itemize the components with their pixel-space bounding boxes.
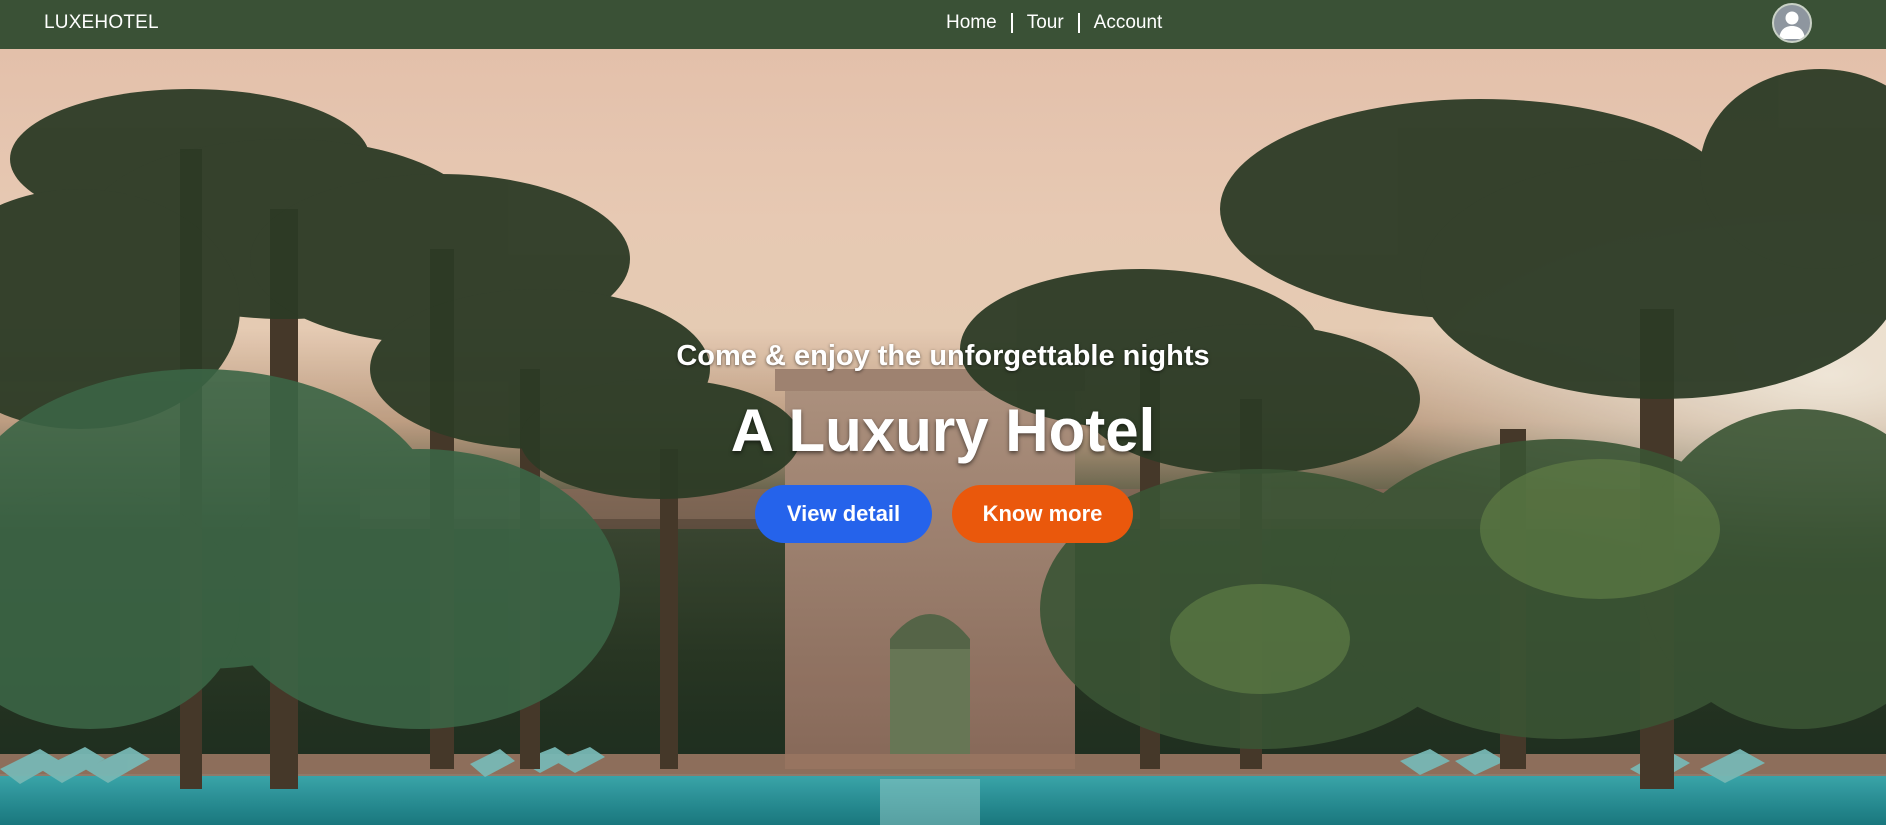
nav-menu: Home Tour Account: [940, 12, 1176, 34]
nav-tour-link[interactable]: Tour: [1013, 12, 1078, 34]
user-silhouette-icon: [1779, 11, 1805, 39]
view-detail-button[interactable]: View detail: [755, 485, 932, 543]
top-navbar: LUXEHOTEL Home Tour Account: [0, 0, 1886, 49]
user-avatar-icon[interactable]: [1772, 3, 1812, 43]
nav-account-link[interactable]: Account: [1080, 12, 1177, 34]
hero-subtitle: Come & enjoy the unforgettable nights: [676, 340, 1210, 372]
brand-logo[interactable]: LUXEHOTEL: [44, 12, 159, 34]
know-more-button[interactable]: Know more: [952, 485, 1133, 543]
nav-home-link[interactable]: Home: [940, 12, 1011, 34]
hero-title: A Luxury Hotel: [730, 397, 1156, 464]
